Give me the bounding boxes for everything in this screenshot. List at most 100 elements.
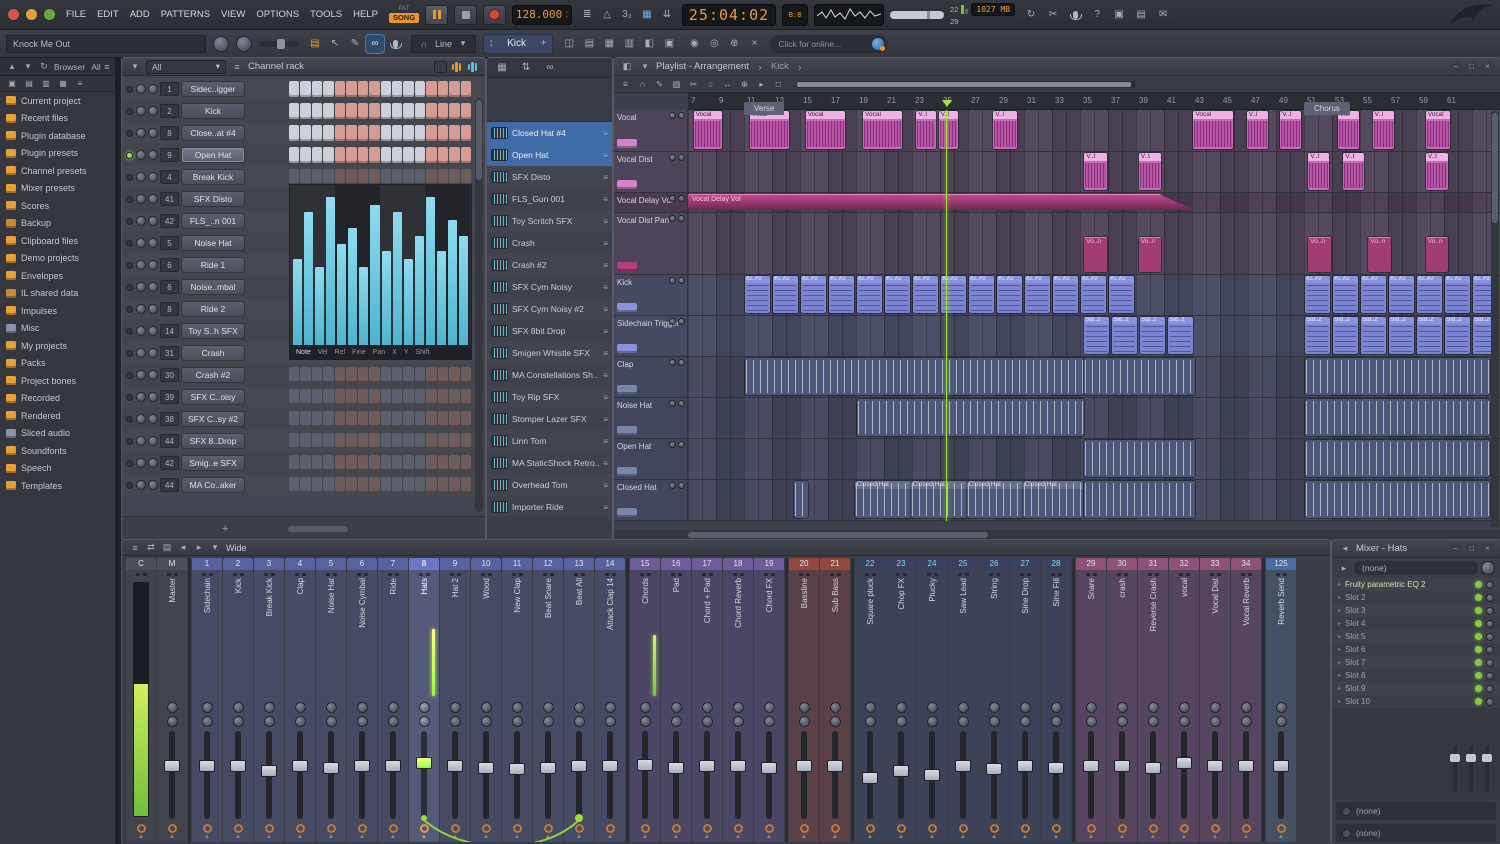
playlist-clip[interactable]: Ki..#2	[1305, 276, 1330, 313]
playlist-zoom-scrollbar[interactable]	[796, 81, 1136, 88]
strip-stereo-knob[interactable]	[671, 716, 682, 727]
menu-tools[interactable]: TOOLS	[305, 7, 347, 22]
fader-handle[interactable]	[699, 760, 715, 772]
step-cell[interactable]	[449, 433, 459, 449]
picker-item-smigen-whistle-sfx[interactable]: Smigen Whistle SFX≡	[487, 342, 612, 364]
browser-item-il-shared-data[interactable]: IL shared data	[0, 285, 115, 303]
browser-item-speech[interactable]: Speech	[0, 460, 115, 478]
eq-band-slider[interactable]	[1466, 746, 1476, 792]
mixer-strip-kick[interactable]: 2Kick▲	[223, 558, 253, 842]
strip-route-led[interactable]	[1211, 824, 1220, 833]
menu-icon[interactable]: ≡	[618, 77, 633, 92]
channel-filter-select[interactable]: All ▾	[146, 60, 226, 74]
step-cell[interactable]	[300, 477, 310, 493]
step-cell[interactable]	[323, 81, 333, 97]
typing-keyboard-icon[interactable]: ≣	[578, 6, 596, 24]
menu-options[interactable]: OPTIONS	[251, 7, 304, 22]
step-cell[interactable]	[300, 125, 310, 141]
strip-route-led[interactable]	[389, 824, 398, 833]
fader-handle[interactable]	[354, 760, 370, 772]
channel-pan-knob[interactable]	[136, 304, 146, 314]
playlist-clip[interactable]: Ki..#2	[1389, 276, 1414, 313]
mixer-strip-wood[interactable]: 10Wood▲	[471, 558, 501, 842]
strip-route-led[interactable]	[1180, 824, 1189, 833]
channel-options-icon[interactable]: ≡	[603, 437, 608, 446]
velocity-bar[interactable]	[437, 251, 446, 345]
playlist-clip[interactable]: Sid..2	[1140, 317, 1165, 354]
step-cell[interactable]	[449, 103, 459, 119]
menu-edit[interactable]: EDIT	[92, 7, 124, 22]
strip-pan-knob[interactable]	[419, 702, 430, 713]
blend-notes-icon[interactable]: ▦	[638, 6, 656, 24]
strip-pan-knob[interactable]	[167, 702, 178, 713]
step-cell[interactable]	[323, 455, 333, 471]
step-cell[interactable]	[438, 455, 448, 471]
step-cell[interactable]	[449, 147, 459, 163]
playlist-clip[interactable]: Ki..#2	[745, 276, 770, 313]
step-cell[interactable]	[346, 147, 356, 163]
strip-stereo-knob[interactable]	[733, 716, 744, 727]
step-cell[interactable]	[403, 125, 413, 141]
track-volume-knob[interactable]	[678, 400, 685, 407]
playlist-clip[interactable]: V..l	[1280, 111, 1301, 149]
strip-pan-knob[interactable]	[357, 702, 368, 713]
stop-button[interactable]	[454, 5, 477, 25]
step-cell[interactable]	[461, 169, 471, 185]
velocity-bar[interactable]	[337, 244, 346, 345]
step-cell[interactable]	[426, 367, 436, 383]
strip-stereo-knob[interactable]	[1241, 716, 1252, 727]
browser-item-plugin-database[interactable]: Plugin database	[0, 127, 115, 145]
slot-enable-led[interactable]	[1475, 581, 1482, 588]
step-cell[interactable]	[358, 389, 368, 405]
snap-selector[interactable]: ∩ Line ▾	[411, 35, 476, 53]
step-cell[interactable]	[300, 81, 310, 97]
step-cell[interactable]	[415, 389, 425, 405]
step-cell[interactable]	[312, 125, 322, 141]
fader-handle[interactable]	[261, 765, 277, 777]
step-cell[interactable]	[438, 433, 448, 449]
maximize-button[interactable]: □	[1465, 543, 1478, 555]
step-cell[interactable]	[403, 455, 413, 471]
channel-led[interactable]	[126, 328, 133, 335]
strip-stereo-knob[interactable]	[958, 716, 969, 727]
step-cell[interactable]	[415, 411, 425, 427]
mixer-strip-string[interactable]: 26String▲	[979, 558, 1009, 842]
step-cell[interactable]	[392, 411, 402, 427]
step-cell[interactable]	[461, 455, 471, 471]
strip-stereo-knob[interactable]	[1179, 716, 1190, 727]
channel-volume-knob[interactable]	[148, 304, 158, 314]
graph-tab-x[interactable]: X	[392, 349, 397, 356]
track-lane-vocal[interactable]: VocalVocalVocalVocalV..lV..lV..lVocalV..…	[688, 110, 1500, 152]
step-cell[interactable]	[426, 103, 436, 119]
strip-pan-knob[interactable]	[264, 702, 275, 713]
strip-stereo-knob[interactable]	[764, 716, 775, 727]
picker-item-fls-gun-001[interactable]: FLS_Gun 001≡	[487, 188, 612, 210]
step-cell[interactable]	[426, 81, 436, 97]
strip-fader[interactable]	[1266, 729, 1296, 821]
strip-stereo-knob[interactable]	[1051, 716, 1062, 727]
track-volume-knob[interactable]	[678, 215, 685, 222]
step-cell[interactable]	[335, 411, 345, 427]
browser-item-envelopes[interactable]: Envelopes	[0, 267, 115, 285]
channel-pan-knob[interactable]	[136, 84, 146, 94]
velocity-bar[interactable]	[404, 259, 413, 345]
strip-fader[interactable]	[409, 729, 439, 821]
channel-led[interactable]	[126, 372, 133, 379]
track-header-clap[interactable]: Clap	[614, 357, 688, 398]
mixer-strip-sidechain[interactable]: 1Sidechain▲	[192, 558, 222, 842]
strip-fader[interactable]	[630, 729, 660, 821]
step-cell[interactable]	[449, 455, 459, 471]
step-cell[interactable]	[335, 433, 345, 449]
playlist-icon[interactable]: ◫	[560, 35, 578, 53]
graph-tab-vel[interactable]: Vel	[318, 349, 328, 356]
chevron-down-icon[interactable]: ▾	[128, 60, 142, 74]
velocity-bar[interactable]	[304, 212, 313, 345]
step-cell[interactable]	[289, 169, 299, 185]
strip-stereo-knob[interactable]	[326, 716, 337, 727]
browser-item-impulses[interactable]: Impulses	[0, 302, 115, 320]
playlist-clip[interactable]: Ki..#2	[857, 276, 882, 313]
strip-fader[interactable]	[471, 729, 501, 821]
playlist-crumb[interactable]: Kick	[771, 61, 789, 72]
fader-handle[interactable]	[1017, 760, 1033, 772]
strip-pan-knob[interactable]	[574, 702, 585, 713]
